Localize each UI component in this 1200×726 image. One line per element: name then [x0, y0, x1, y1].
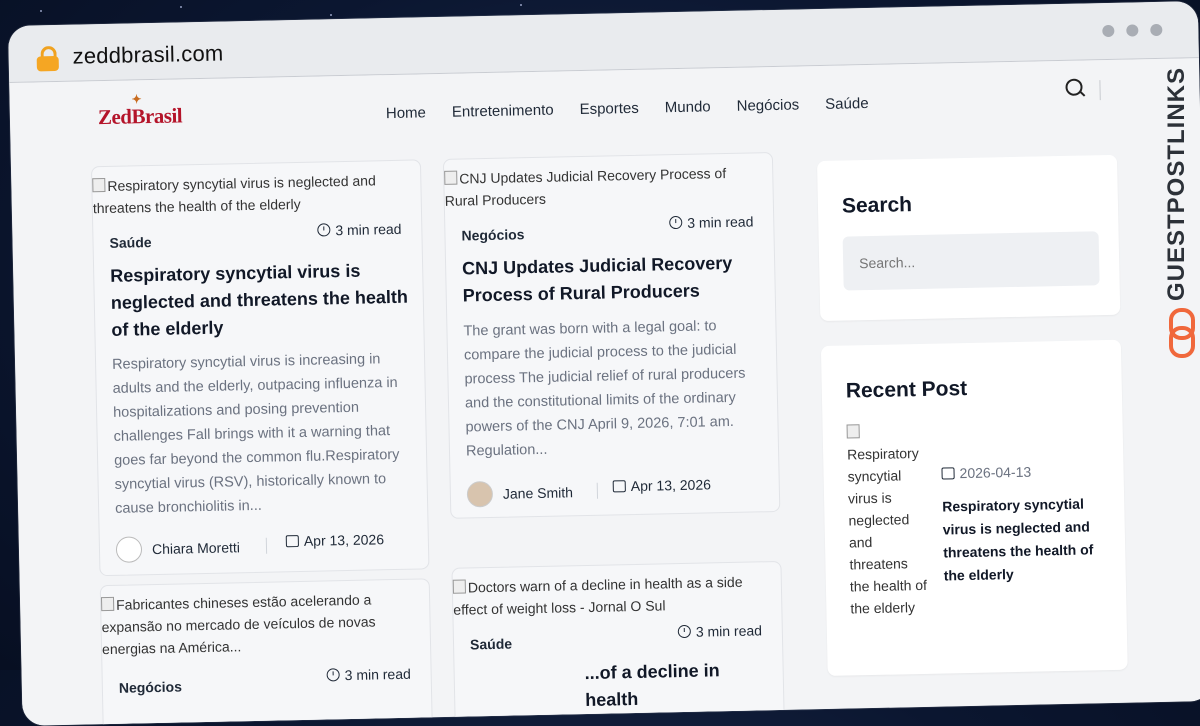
site-logo[interactable]: ✦ ZedBrasil	[98, 92, 183, 130]
search-input[interactable]	[842, 231, 1100, 291]
chain-link-icon	[1169, 308, 1195, 358]
post-title[interactable]: Respiratory syncytial virus is neglected…	[110, 257, 412, 344]
sidebar-search-widget: Search	[817, 154, 1121, 322]
post-category[interactable]: Negócios	[119, 679, 182, 696]
broken-image-icon	[100, 596, 115, 612]
post-date: Apr 13, 2026	[285, 531, 384, 549]
read-time: 3 min read	[669, 213, 754, 231]
clock-icon	[317, 223, 331, 237]
window-control-dot[interactable]	[1126, 24, 1139, 37]
avatar	[466, 480, 494, 508]
nav-item-entretenimento[interactable]: Entretenimento	[452, 102, 554, 121]
main-nav: Home Entretenimento Esportes Mundo Negóc…	[386, 94, 895, 122]
post-author[interactable]: Jane Smith	[466, 479, 574, 508]
clock-icon	[326, 668, 340, 682]
nav-item-esportes[interactable]: Esportes	[579, 100, 639, 118]
avatar	[115, 536, 143, 563]
post-title[interactable]: ...of a decline in health	[584, 656, 775, 714]
post-category[interactable]: Saúde	[109, 234, 151, 251]
watermark: GUESTPOSTLINKS	[1163, 66, 1200, 366]
post-card[interactable]: CNJ Updates Judicial Recovery Process of…	[442, 152, 781, 519]
broken-image-icon	[846, 424, 860, 439]
divider	[596, 482, 599, 499]
read-time: 3 min read	[677, 622, 762, 640]
post-title[interactable]: CNJ Updates Judicial Recovery Process of…	[462, 249, 763, 309]
bird-icon: ✦	[131, 92, 142, 107]
calendar-icon	[285, 535, 299, 548]
sidebar-recent-posts-widget: Recent Post Respiratory syncytial virus …	[820, 339, 1128, 676]
web-page: ✦ ZedBrasil Home Entretenimento Esportes…	[9, 58, 1200, 726]
post-image[interactable]: Doctors warn of a decline in health as a…	[452, 570, 772, 621]
nav-item-negocios[interactable]: Negócios	[736, 96, 799, 114]
post-card[interactable]: Respiratory syncytial virus is neglected…	[90, 159, 430, 577]
divider	[265, 537, 268, 554]
nav-item-mundo[interactable]: Mundo	[665, 98, 711, 116]
clock-icon	[669, 215, 683, 230]
window-control-dot[interactable]	[1150, 23, 1163, 37]
broken-image-icon	[92, 177, 106, 193]
widget-title: Search	[841, 193, 913, 218]
browser-window: zeddbrasil.com ✦ ZedBrasil Home Entreten…	[8, 1, 1200, 726]
watermark-text: GUESTPOSTLINKS	[1163, 66, 1190, 301]
search-icon[interactable]	[1065, 78, 1087, 100]
calendar-icon	[941, 467, 955, 480]
post-image[interactable]: Respiratory syncytial virus is neglected…	[92, 169, 411, 220]
calendar-icon	[612, 480, 626, 493]
recent-post-date: 2026-04-13	[941, 464, 1031, 482]
address-bar-url[interactable]: zeddbrasil.com	[72, 40, 223, 69]
nav-item-home[interactable]: Home	[386, 104, 426, 122]
window-control-dot[interactable]	[1102, 24, 1115, 38]
clock-icon	[677, 624, 691, 639]
post-excerpt: The grant was born with a legal goal: to…	[463, 318, 746, 460]
recent-post-title[interactable]: Respiratory syncytial virus is neglected…	[942, 492, 1109, 587]
post-category[interactable]: Negócios	[461, 226, 524, 243]
divider	[1099, 80, 1101, 101]
post-card[interactable]: Doctors warn of a decline in health as a…	[451, 560, 785, 726]
post-card[interactable]: Fabricantes chineses estão acelerando a …	[99, 578, 434, 726]
post-image[interactable]: Fabricantes chineses estão acelerando a …	[100, 588, 420, 661]
post-author[interactable]: Chiara Moretti	[115, 534, 240, 563]
post-date: Apr 13, 2026	[612, 476, 711, 494]
broken-image-icon	[444, 170, 458, 185]
nav-item-saude[interactable]: Saúde	[825, 95, 869, 113]
recent-post-image[interactable]: Respiratory syncytial virus is neglected…	[846, 420, 930, 620]
post-excerpt: Respiratory syncytial virus is increasin…	[111, 351, 400, 517]
post-image[interactable]: CNJ Updates Judicial Recovery Process of…	[444, 161, 763, 212]
widget-title: Recent Post	[845, 376, 968, 403]
lock-icon	[36, 45, 59, 72]
read-time: 3 min read	[326, 666, 411, 684]
read-time: 3 min read	[317, 221, 402, 239]
broken-image-icon	[452, 579, 466, 594]
post-category[interactable]: Saúde	[470, 636, 512, 653]
